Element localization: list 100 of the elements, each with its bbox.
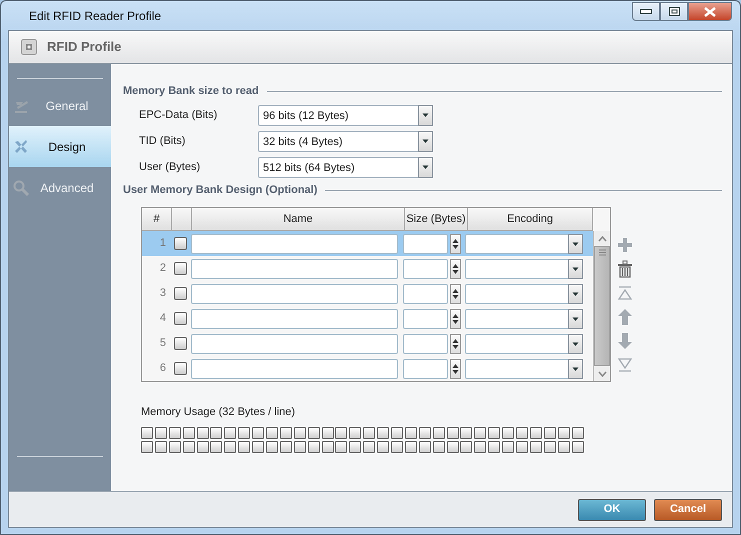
memory-cell (168, 440, 181, 452)
memory-cell (558, 426, 570, 438)
spinner-arrows-icon (452, 238, 459, 250)
memory-cell (391, 440, 404, 452)
checkbox[interactable] (174, 362, 187, 375)
maximize-button[interactable] (660, 2, 688, 21)
field-label: EPC-Data (Bits) (139, 108, 218, 123)
memory-cell (377, 440, 390, 452)
caret-icon (421, 137, 430, 145)
spinner-button[interactable] (450, 284, 461, 304)
caret-icon (421, 111, 430, 119)
scroll-up-icon (598, 236, 606, 242)
maximize-icon (668, 7, 680, 16)
memory-usage-label: Memory Usage (32 Bytes / line) (141, 405, 296, 420)
arrow-down-icon[interactable] (617, 332, 633, 350)
field-label: TID (Bits) (139, 134, 186, 149)
memory-cell (488, 440, 500, 452)
memory-cell (266, 426, 278, 438)
dropdown-field[interactable]: 512 bits (64 Bytes) (258, 156, 433, 178)
row-number: 6 (158, 361, 167, 376)
spinner-arrows-icon (452, 362, 459, 374)
memory-cell (196, 440, 209, 452)
memory-cell (196, 426, 209, 438)
memory-cell (210, 440, 222, 452)
caret-icon (421, 163, 430, 171)
trash-icon[interactable] (617, 260, 633, 278)
size-field[interactable] (403, 234, 448, 254)
memory-cell (168, 426, 181, 438)
cross-icon (13, 138, 29, 154)
memory-cell (294, 440, 306, 452)
size-field[interactable] (403, 284, 448, 304)
memory-cell (460, 440, 472, 452)
checkbox[interactable] (174, 237, 187, 250)
name-field[interactable] (191, 308, 398, 328)
memory-cell (308, 440, 320, 452)
memory-cell (516, 426, 528, 438)
column-header: Encoding (468, 208, 593, 230)
profile-icon (21, 39, 37, 55)
memory-cell (404, 440, 417, 452)
spinner-arrows-icon (452, 262, 459, 274)
memory-cell (280, 426, 292, 438)
spinner-arrows-icon (452, 288, 459, 300)
memory-cell (502, 426, 514, 438)
arrow-up-icon[interactable] (617, 308, 633, 326)
sidebar-item[interactable]: Design (9, 126, 111, 167)
minimize-button[interactable] (632, 2, 660, 21)
column-header: # (142, 208, 172, 230)
memory-cell (349, 426, 362, 438)
field-label: User (Bytes) (139, 160, 202, 175)
size-field[interactable] (403, 308, 448, 328)
memory-cell (266, 440, 278, 452)
move-bottom-icon[interactable] (617, 356, 633, 374)
size-field[interactable] (403, 358, 448, 378)
caret-icon (571, 264, 580, 272)
memory-cell (224, 426, 236, 438)
column-header: Name (192, 208, 405, 230)
memory-cell (474, 426, 486, 438)
name-field[interactable] (191, 334, 398, 354)
spinner-button[interactable] (450, 234, 461, 254)
memory-cell (377, 426, 390, 438)
dropdown-field[interactable]: 32 bits (4 Bytes) (258, 130, 433, 152)
spinner-button[interactable] (450, 308, 461, 328)
row-number: 4 (158, 311, 167, 326)
spinner-button[interactable] (450, 358, 461, 378)
checkbox[interactable] (174, 337, 187, 350)
minimize-icon (640, 8, 652, 14)
size-field[interactable] (403, 258, 448, 278)
memory-cell (294, 426, 306, 438)
memory-cell (349, 440, 362, 452)
checkbox[interactable] (174, 312, 187, 325)
memory-cell (322, 426, 334, 438)
memory-cell (141, 440, 153, 452)
dropdown-field[interactable]: 96 bits (12 Bytes) (258, 104, 433, 126)
grip-icon (598, 249, 606, 256)
window-title: Edit RFID Reader Profile (29, 8, 162, 24)
spinner-button[interactable] (450, 334, 461, 354)
memory-cell (544, 440, 556, 452)
name-field[interactable] (191, 234, 398, 254)
close-button[interactable] (688, 2, 732, 21)
name-field[interactable] (191, 358, 398, 378)
scrollbar-thumb[interactable] (594, 246, 610, 366)
caret-icon (571, 340, 580, 348)
add-icon[interactable] (617, 236, 633, 254)
row-number: 1 (158, 236, 167, 252)
caret-icon (571, 290, 580, 298)
spinner-button[interactable] (450, 258, 461, 278)
panel-title: RFID Profile (47, 38, 122, 56)
memory-cell (488, 426, 500, 438)
memory-cell (516, 440, 528, 452)
name-field[interactable] (191, 284, 398, 304)
name-field[interactable] (191, 258, 398, 278)
memory-cell (474, 440, 486, 452)
move-top-icon[interactable] (617, 284, 633, 302)
memory-cell (280, 440, 292, 452)
row-number: 5 (158, 336, 167, 352)
checkbox[interactable] (174, 287, 187, 300)
spinner-arrows-icon (452, 338, 459, 350)
caret-icon (571, 364, 580, 372)
checkbox[interactable] (174, 262, 187, 275)
size-field[interactable] (403, 334, 448, 354)
